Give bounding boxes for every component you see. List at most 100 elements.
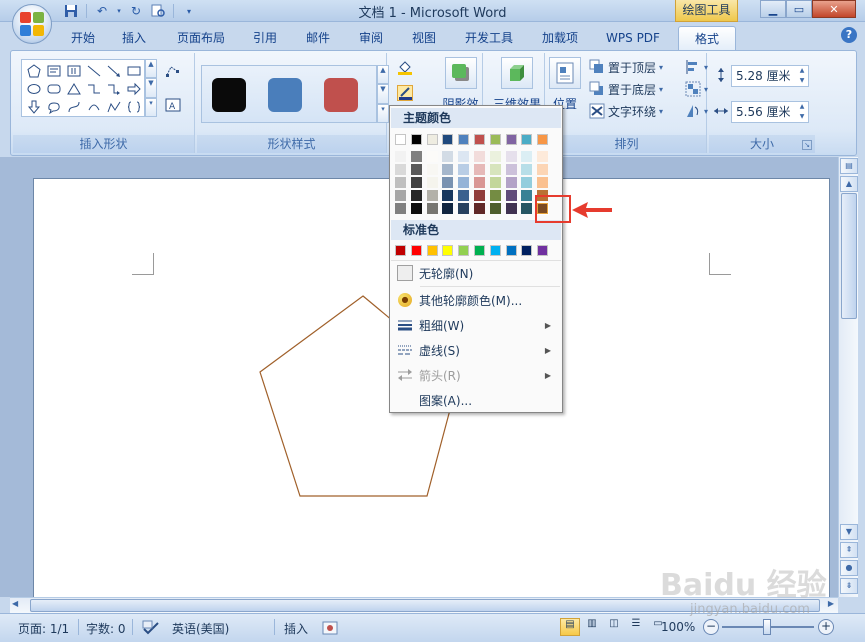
theme-color-swatch[interactable] [458, 177, 470, 188]
theme-color-swatch[interactable] [521, 134, 533, 145]
print-layout-icon[interactable]: ▤ [560, 618, 580, 636]
theme-color-swatch[interactable] [505, 151, 517, 162]
zoom-level[interactable]: 100% [661, 620, 695, 634]
office-button[interactable] [12, 4, 52, 44]
shape-styles-gallery[interactable] [201, 65, 377, 123]
draw-textbox-icon[interactable]: A [165, 97, 181, 113]
theme-color-swatch[interactable] [395, 190, 406, 201]
theme-color-swatch[interactable] [521, 177, 533, 188]
standard-color-swatch[interactable] [442, 245, 454, 256]
dashes-item[interactable]: 虚线(S) ▶ [391, 338, 561, 362]
theme-color-swatch[interactable] [537, 151, 549, 162]
shapes-gallery-scroll[interactable]: ▲ ▼ ▾ [145, 59, 157, 117]
tab-references[interactable]: 引用 [245, 26, 285, 50]
theme-color-swatch[interactable] [410, 134, 422, 145]
elbow-arrow-icon[interactable] [104, 80, 124, 98]
theme-color-swatch[interactable] [395, 151, 406, 162]
theme-color-swatch[interactable] [410, 177, 422, 188]
theme-color-swatch[interactable] [410, 190, 422, 201]
theme-color-swatch[interactable] [458, 164, 470, 175]
theme-color-swatch[interactable] [395, 177, 406, 188]
theme-color-swatch[interactable] [410, 164, 422, 175]
tab-page-layout[interactable]: 页面布局 [170, 26, 232, 50]
line-shape-icon[interactable] [84, 62, 104, 80]
arc-shape-icon[interactable] [84, 98, 104, 116]
triangle-shape-icon[interactable] [64, 80, 84, 98]
chevron-down-icon[interactable]: ▾ [659, 85, 663, 94]
shapes-gallery[interactable] [21, 59, 145, 117]
chevron-down-icon[interactable]: ▾ [659, 63, 663, 72]
standard-color-swatch[interactable] [537, 245, 549, 256]
theme-color-swatch[interactable] [505, 164, 517, 175]
theme-color-swatch[interactable] [410, 151, 422, 162]
theme-color-swatch[interactable] [474, 151, 485, 162]
theme-color-swatch[interactable] [442, 134, 454, 145]
chevron-down-icon[interactable]: ▾ [659, 107, 663, 116]
select-browse-object-icon[interactable]: ● [840, 560, 858, 576]
outline-view-icon[interactable]: ☰ [626, 618, 646, 636]
style-swatch-blue[interactable] [268, 78, 302, 112]
theme-color-swatch[interactable] [537, 164, 549, 175]
brace-shape-icon[interactable] [124, 98, 144, 116]
standard-color-swatch[interactable] [521, 245, 533, 256]
vertical-scroll-thumb[interactable] [841, 193, 857, 319]
theme-color-swatch[interactable] [458, 134, 470, 145]
rectangle-shape-icon[interactable] [124, 62, 144, 80]
scroll-left-icon[interactable]: ◀ [12, 599, 18, 608]
weight-item[interactable]: 粗细(W) ▶ [391, 313, 561, 337]
tab-add-ins[interactable]: 加载项 [535, 26, 585, 50]
minimize-icon[interactable]: ▁ [760, 0, 786, 18]
tab-insert[interactable]: 插入 [113, 26, 155, 50]
theme-color-swatch[interactable] [442, 151, 454, 162]
tab-format[interactable]: 格式 [678, 26, 736, 50]
rotate-button[interactable]: ▾ [685, 101, 708, 121]
spin-up-icon[interactable]: ▲ [796, 66, 808, 76]
theme-color-swatch[interactable] [521, 203, 533, 214]
theme-color-swatch[interactable] [537, 134, 549, 145]
position-button[interactable]: 位置 [549, 57, 581, 112]
spin-down-icon[interactable]: ▼ [796, 112, 808, 122]
more-icon[interactable]: ▾ [377, 103, 389, 123]
tab-developer[interactable]: 开发工具 [458, 26, 520, 50]
theme-color-swatch[interactable] [489, 177, 501, 188]
tab-view[interactable]: 视图 [404, 26, 444, 50]
freeform-shape-icon[interactable] [104, 98, 124, 116]
theme-color-swatch[interactable] [410, 203, 422, 214]
full-screen-reading-icon[interactable]: ▥ [582, 618, 602, 636]
standard-color-swatch[interactable] [395, 245, 406, 256]
standard-color-swatch[interactable] [505, 245, 517, 256]
spin-up-icon[interactable]: ▲ [796, 102, 808, 112]
page-count[interactable]: 页面: 1/1 [18, 620, 69, 637]
edit-shape-icon[interactable] [165, 63, 181, 79]
right-arrow-shape-icon[interactable] [124, 80, 144, 98]
elbow-connector-icon[interactable] [84, 80, 104, 98]
theme-color-swatch[interactable] [458, 151, 470, 162]
curve-shape-icon[interactable] [64, 98, 84, 116]
ruler-toggle-icon[interactable]: ▤ [840, 158, 858, 174]
word-count[interactable]: 字数: 0 [86, 620, 126, 637]
chevron-down-icon[interactable]: ▾ [704, 85, 708, 94]
theme-color-swatch[interactable] [426, 190, 438, 201]
chevron-down-icon[interactable]: ▾ [704, 63, 708, 72]
arrows-item[interactable]: 箭头(R) ▶ [391, 363, 561, 387]
theme-color-swatch[interactable] [505, 134, 517, 145]
shape-fill-icon[interactable] [397, 59, 413, 75]
standard-color-swatch[interactable] [410, 245, 422, 256]
theme-color-swatch[interactable] [505, 177, 517, 188]
theme-color-swatch[interactable] [442, 203, 454, 214]
maximize-icon[interactable]: ▭ [786, 0, 812, 18]
tab-review[interactable]: 审阅 [351, 26, 391, 50]
tab-mailings[interactable]: 邮件 [298, 26, 338, 50]
scroll-up-icon[interactable]: ▲ [145, 59, 157, 79]
theme-color-swatch[interactable] [395, 203, 406, 214]
previous-page-icon[interactable]: ⇞ [840, 542, 858, 558]
zoom-slider-thumb[interactable] [763, 619, 771, 635]
down-arrow-shape-icon[interactable] [24, 98, 44, 116]
style-swatch-black[interactable] [212, 78, 246, 112]
theme-color-swatch[interactable] [458, 190, 470, 201]
theme-color-swatch[interactable] [521, 151, 533, 162]
tab-home[interactable]: 开始 [62, 26, 104, 50]
tab-wps-pdf[interactable]: WPS PDF [600, 26, 666, 50]
textbox-shape-icon[interactable] [44, 62, 64, 80]
theme-color-swatch[interactable] [474, 134, 485, 145]
